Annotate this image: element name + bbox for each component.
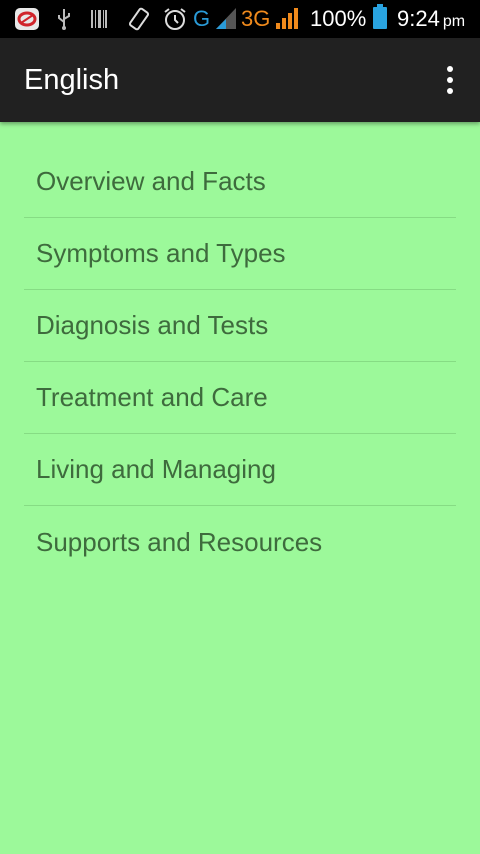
list-item-living-and-managing[interactable]: Living and Managing	[24, 434, 456, 506]
network-type-3g: 3G	[241, 6, 271, 31]
list-item-symptoms-and-types[interactable]: Symptoms and Types	[24, 218, 456, 290]
barcode-icon	[90, 7, 108, 31]
list-item-label: Diagnosis and Tests	[36, 310, 269, 340]
list-item-label: Living and Managing	[36, 454, 276, 484]
list-item-supports-and-resources[interactable]: Supports and Resources	[24, 506, 456, 578]
list-item-overview-and-facts[interactable]: Overview and Facts	[24, 146, 456, 218]
alarm-icon	[162, 7, 188, 31]
list-item-label: Symptoms and Types	[36, 238, 286, 268]
battery-percent: 100%	[310, 6, 367, 31]
network-type-g: G	[193, 6, 211, 31]
clock: 9:24 pm	[397, 6, 466, 31]
list-item-label: Overview and Facts	[36, 166, 266, 196]
list-item-label: Supports and Resources	[36, 526, 323, 557]
page-title: English	[24, 64, 120, 96]
signal-icon-2	[274, 6, 300, 30]
battery-icon	[372, 4, 388, 29]
notification-app-icon	[14, 7, 40, 31]
list-item-diagnosis-and-tests[interactable]: Diagnosis and Tests	[24, 290, 456, 362]
usb-icon	[56, 7, 72, 31]
status-bar: G 3G 100% 9:24 pm	[0, 0, 480, 38]
topic-list: Overview and Facts Symptoms and Types Di…	[24, 146, 456, 578]
more-vert-icon[interactable]	[434, 64, 466, 96]
list-item-label: Treatment and Care	[36, 382, 268, 412]
list-item-treatment-and-care[interactable]: Treatment and Care	[24, 362, 456, 434]
rotate-icon	[126, 7, 152, 31]
app-bar: English	[0, 38, 480, 122]
signal-icon	[214, 6, 238, 30]
